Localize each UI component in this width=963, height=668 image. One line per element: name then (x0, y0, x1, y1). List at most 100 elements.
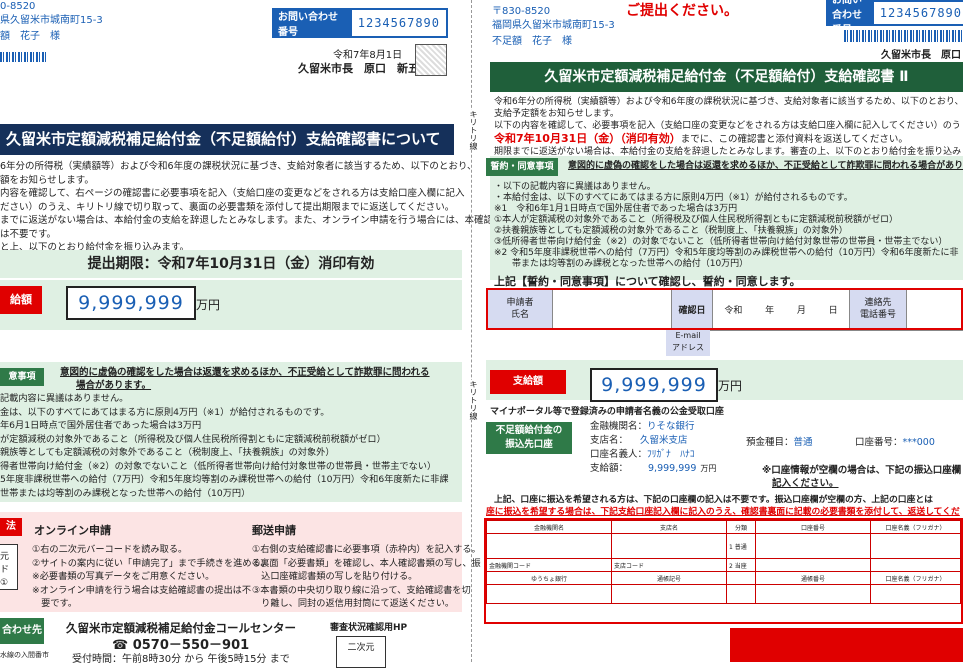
online-step: ※オンライン申請を行う場合は支給確認書の提出は不 (32, 584, 252, 596)
consent-list: 記載内容に異議はありません。 金は、以下のすべてにあてはまる方に原則4万円（※1… (0, 392, 462, 500)
hp-qr[interactable]: 二次元 (336, 636, 386, 668)
intro-line: 内容を確認して、右ページの確認書に必要事項を記入（支給口座の変更などをされる方は… (0, 188, 465, 199)
intro-line: までに返送がない場合は、本給付金の支給を辞退したとみなします。また、オンライン申… (0, 215, 503, 226)
online-step: ※必要書類の写真データをご用意ください。 (32, 571, 215, 582)
mail-step: り離し、同封の返信用封筒にて返送ください。 (252, 598, 455, 609)
qr-text: 元 (0, 552, 10, 562)
consent-line: 得者世帯向け給付金（※2）の対象でないこと（低所得者世帯向け給付対象世帯の世帯員… (0, 460, 437, 472)
branch-input[interactable] (611, 533, 727, 559)
passbook-symbol-input[interactable] (611, 584, 727, 604)
date-day: 日 (828, 305, 838, 316)
address: 福岡県久留米市城南町15-3 (492, 20, 615, 31)
bank-name-label: 金融機関名： (590, 421, 648, 432)
confirm-date-field[interactable]: 令和 年 月 日 (712, 290, 849, 328)
online-qr[interactable]: 元 ド① (0, 544, 18, 590)
cut-line (471, 0, 472, 662)
recipient-name: 不足額 花子 様 (492, 36, 572, 47)
bank-form-head: 口座番号 (755, 520, 871, 534)
bank-form: 金融機関名 支店名 分類 口座番号 口座名義（フリガナ） 1 普通 金融機関コー… (484, 518, 963, 624)
intro-line: ださい）のうえ、キリトリ線で切り取って、裏面の必要書類を添付して提出期限までに返… (0, 201, 455, 213)
consent-line: ②扶養親族等としても定額減税の対象外であること（税制度上、「扶養親族」の対象外） (494, 226, 848, 236)
mayor-name: 久留米市長 原口 (881, 50, 961, 61)
account-no-value: ***000 (902, 437, 935, 448)
inquiry-number: 1234567890 (879, 6, 962, 20)
consent-line: ③低所得者世帯向け給付金（※2）の対象でないこと（低所得者世帯向け給付対象世帯の… (494, 237, 948, 247)
account-info: 金融機関名：りそな銀行 支店名： 久留米支店 口座名義人：ﾌﾘｶﾞﾅ ﾊﾅｺ 支給… (590, 420, 716, 476)
branch-code-label: 支店コード (611, 558, 727, 572)
official-seal (415, 44, 447, 76)
consent-line: 世帯または均等割のみ課税となった世帯への給付（10万円） (0, 487, 251, 499)
inquiry-number-box: お問い合わせ番号 1234567890 (826, 0, 963, 36)
right-intro: 令和6年分の所得税（実績額等）および令和6年度の課税状況に基づき、支給対象者に該… (494, 96, 963, 158)
pay-value: 9,999,999 (648, 463, 697, 474)
consent-line: 親族等としても定額減税の対象外であること（税制度上、「扶養親族」の対象外） (0, 447, 335, 458)
right-page: 〒830-8520 福岡県久留米市城南町15-3 不足額 花子 様 ご提出くださ… (480, 0, 963, 662)
holder-input[interactable] (870, 533, 961, 559)
bank-name-input[interactable] (486, 533, 612, 559)
email-label: E-mail アドレス (666, 330, 710, 356)
applicant-name-field[interactable] (552, 290, 671, 328)
deadline-rest: までに、この確認書と添付資料を返送してください。 (680, 134, 908, 145)
intro-line: 6年分の所得税（実績額等）および令和6年度の課税状況に基づき、支給対象者に該当す… (0, 161, 477, 172)
email-field[interactable] (710, 330, 963, 357)
consent-label: 意事項 (0, 368, 44, 386)
online-step: 要です。 (32, 598, 78, 609)
mail-step: ①右側の支給確認書に必要事項（赤枠内）を記入する。 (252, 544, 481, 555)
account-input-2[interactable] (755, 558, 871, 572)
callcenter-hours: 受付時間：午前8時30分 から 午後5時15分 まで (72, 654, 290, 665)
intro-line: 以下の内容を確認して、必要事項を記入（支給口座の変更などをされる方は支給口座入欄… (494, 121, 961, 131)
inquiry-label: お問い合わせ番号 (274, 10, 352, 38)
online-step: ②サイトの案内に従い「申請完了」まで手続きを進める。 (32, 557, 270, 569)
mail-step: 込口座確認書類の写しを貼り付ける。 (252, 571, 418, 582)
consent-line: ※2 令和5年度非課税世帯への給付（7万円）令和5年度均等割のみ課税世帯への給付… (494, 248, 959, 258)
contact-label: 合わせ先 (0, 618, 44, 644)
address-name: 額 花子 様 (0, 31, 60, 42)
intro-line: は不要です。 (0, 228, 57, 240)
date-month: 月 (796, 305, 806, 316)
method-label: 法 (0, 518, 22, 536)
consent-warning: 意図的に虚偽の確認をした場合は返還を求めるほか、不正受給として詐欺罪に問われる (60, 367, 430, 378)
account-input[interactable] (755, 533, 871, 559)
confirm-table: 申請者 氏名 確認日 令和 年 月 日 連絡先 電話番号 (486, 288, 963, 330)
deposit-type: 預金種目：普通 (746, 434, 813, 448)
inquiry-number-box: お問い合わせ番号 1234567890 (272, 8, 448, 38)
hp-label: 審査状況確認用HP (330, 623, 408, 633)
red-top-note: ご提出ください。 (626, 3, 738, 19)
consent-warning-2: 場合があります。 (76, 380, 152, 391)
branch: 久留米支店 (640, 435, 688, 446)
phone-field[interactable] (906, 290, 961, 328)
yucho-holder-label: 口座名義（フリガナ） (870, 571, 961, 585)
mail-steps: ①右側の支給確認書に必要事項（赤枠内）を記入する。 ②裏面「必要書類」を確認し、… (252, 543, 481, 611)
inquiry-number: 1234567890 (357, 16, 440, 30)
type-input[interactable]: 1 普通 (726, 533, 756, 559)
left-title: 久留米市定額減税補足給付金（不足額給付）支給確認書について (0, 124, 454, 155)
passbook-number-input[interactable] (755, 584, 871, 604)
consent-label: 誓約・同意事項 (486, 158, 558, 176)
mail-title: 郵送申請 (252, 524, 296, 537)
blank-note-2: 記入ください。 (772, 478, 839, 489)
consent-line: 年6月1日時点で国外居住者であった場合は3万円 (0, 420, 202, 431)
right-title: 久留米市定額減税補足給付金（不足額給付）支給確認書 Ⅱ (490, 62, 963, 92)
bank-form-head: 支店名 (611, 520, 727, 534)
postal-barcode (844, 30, 963, 42)
amount-value: 9,999,999 (590, 368, 718, 402)
inquiry-label: お問い合わせ番号 (828, 0, 874, 36)
intro-line: 支給予定額をお知らせします。 (494, 109, 619, 119)
amount-label: 支給額 (490, 370, 566, 394)
postal-code: 〒830-8520 (492, 6, 551, 17)
consent-line: ①本人が定額減税の対象外であること（所得税及び個人住民税所得割ともに定額減税前税… (494, 215, 898, 225)
amount-value: 9,999,999 (66, 286, 196, 320)
phone-label: 連絡先 電話番号 (849, 290, 906, 328)
address-postal: 0-8520 (0, 1, 36, 12)
holder-input-2[interactable] (870, 558, 961, 572)
deadline-banner: 提出期限：令和7年10月31日（金）消印有効 (0, 250, 462, 278)
amount-yen: 万円 (196, 298, 221, 312)
bank-form-head: 分類 (726, 520, 756, 534)
mail-step: ③本書類の中央切り取り線に沿って、支給確認書を切 (252, 584, 471, 596)
contact-sub: 水線の入間番市 (0, 651, 49, 659)
blank-note: ※口座情報が空欄の場合は、下記の振込口座欄 (762, 465, 962, 476)
bank-name: りそな銀行 (647, 421, 695, 432)
yucho-holder-input[interactable] (870, 584, 961, 604)
holder-label: 口座名義人： (590, 449, 648, 460)
left-intro: 6年分の所得税（実績額等）および令和6年度の課税状況に基づき、支給対象者に該当す… (0, 160, 503, 255)
